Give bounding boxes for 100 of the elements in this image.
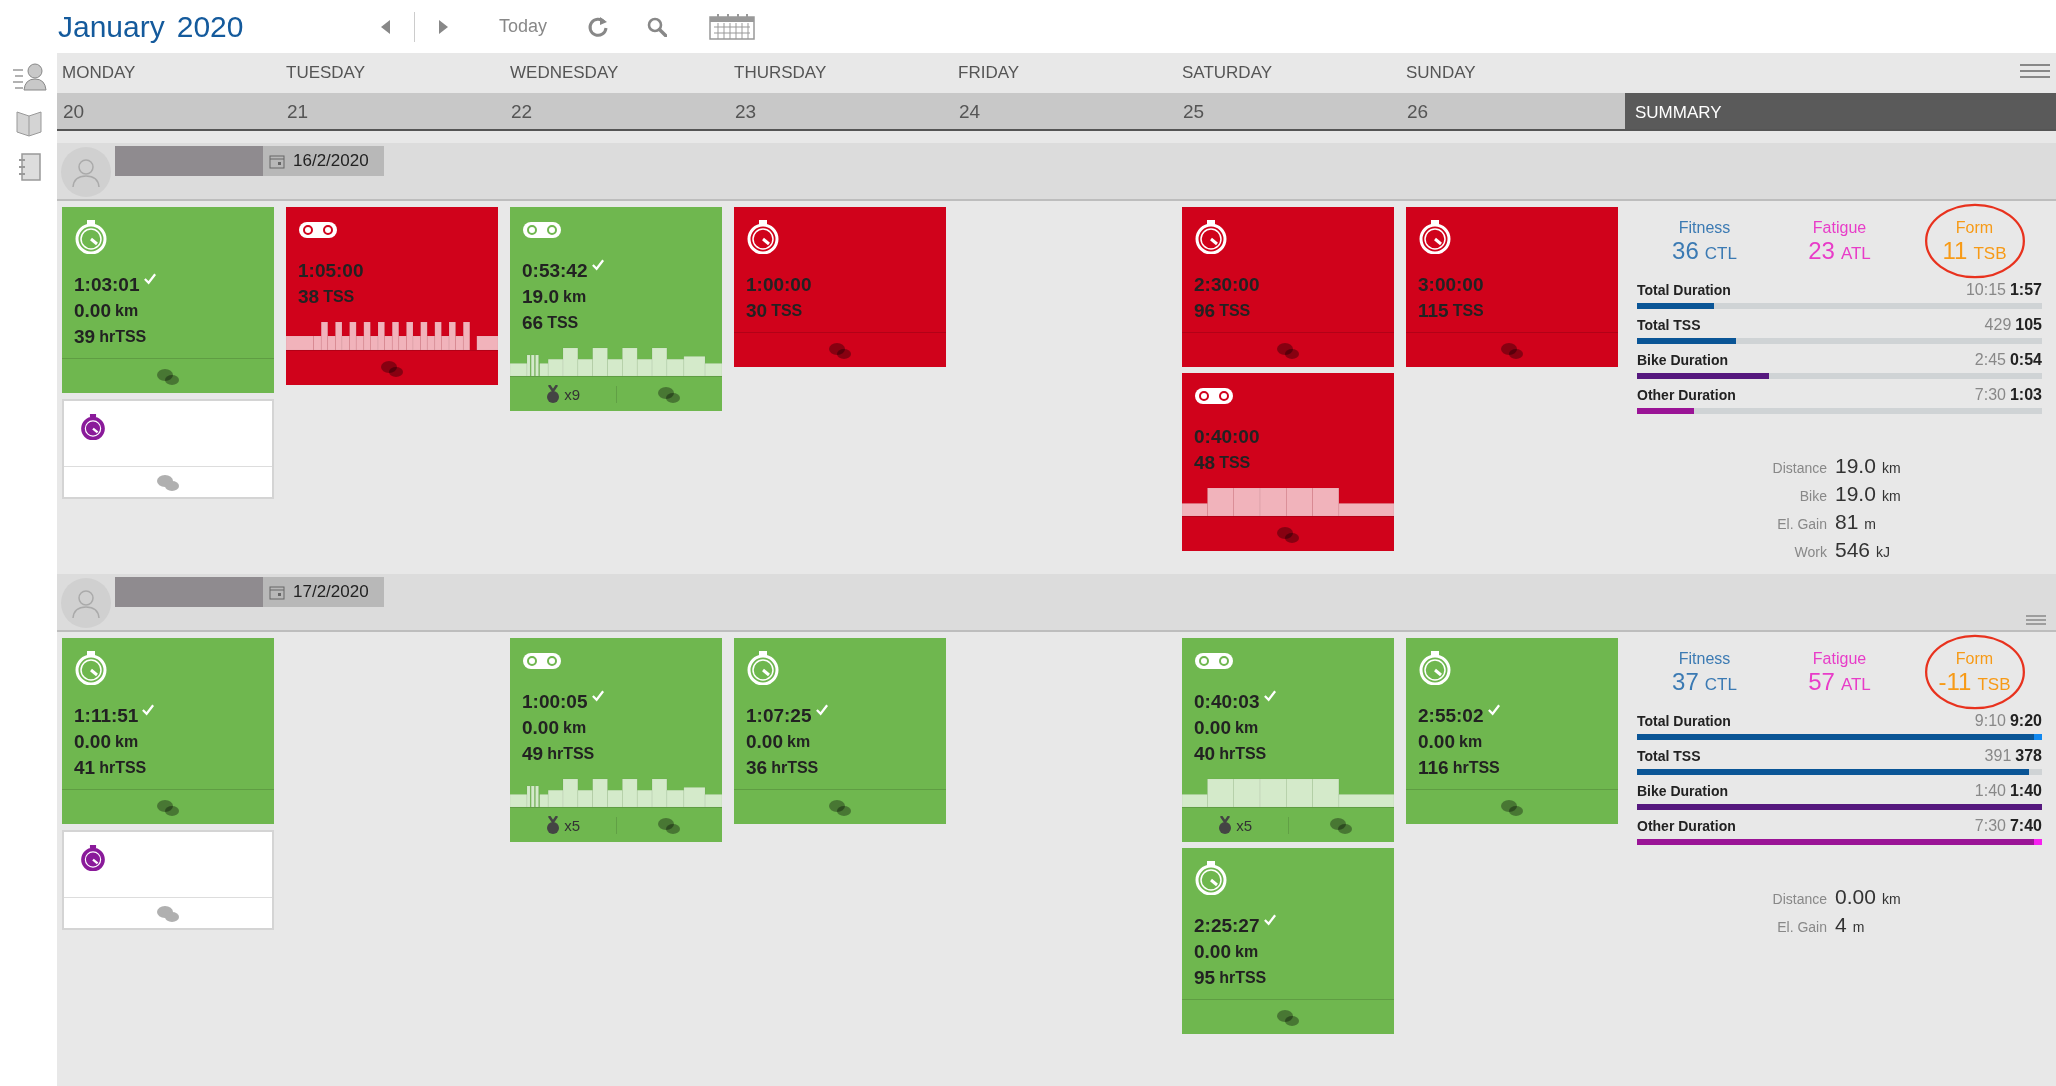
total-value: 19.0 km	[1835, 454, 1902, 478]
comments-icon[interactable]	[1277, 525, 1299, 543]
comments-icon[interactable]	[829, 798, 851, 816]
menu-icon[interactable]	[2026, 614, 2046, 626]
workout-duration: 1:00:05	[522, 690, 588, 714]
workout-distance: 0.00 km	[746, 730, 812, 754]
comments-icon[interactable]	[1277, 1008, 1299, 1026]
menu-icon[interactable]	[2020, 63, 2050, 79]
workout-duration: 0:40:03	[1194, 690, 1260, 714]
workout-card[interactable]: 0:40:03 0.00 km 40 hrTSS x5	[1182, 638, 1394, 842]
training-stress-score: 66 TSS	[522, 311, 580, 335]
workout-distance: 0.00 km	[74, 299, 140, 323]
training-stress-score: 115 TSS	[1418, 299, 1485, 323]
date-label: 24	[953, 93, 1177, 131]
training-stress-score: 30 TSS	[746, 299, 804, 323]
comments-icon[interactable]	[157, 367, 179, 385]
workout-duration: 2:30:00	[1194, 273, 1260, 297]
metric-label: Total Duration	[1637, 282, 1731, 298]
athlete-list-icon[interactable]	[10, 60, 47, 92]
comments-icon[interactable]	[829, 341, 851, 359]
metric-value: 36 CTL	[1672, 237, 1737, 265]
workout-duration: 0:40:00	[1194, 425, 1260, 449]
stopwatch-icon	[1194, 861, 1228, 895]
workout-card[interactable]: 2:25:27 0.00 km 95 hrTSS	[1182, 848, 1394, 1034]
date-label: 20	[57, 93, 281, 131]
calendar-icon	[269, 153, 285, 169]
metric-value: 57 ATL	[1808, 668, 1871, 696]
stopwatch-icon	[1194, 220, 1228, 254]
workout-duration: 0:53:42	[522, 259, 588, 283]
stopwatch-icon	[746, 220, 780, 254]
workout-duration: 1:11:51	[74, 704, 139, 728]
calendar-button[interactable]	[709, 12, 757, 41]
medal-count: x5	[564, 816, 581, 834]
workout-card[interactable]: 1:07:25 0.00 km 36 hrTSS	[734, 638, 946, 824]
metric-value: 429 105	[1984, 316, 2042, 334]
metric-value: 391 378	[1984, 747, 2042, 765]
workout-card[interactable]: 1:03:01 0.00 km 39 hrTSS	[62, 207, 274, 393]
training-stress-score: 95 hrTSS	[1194, 966, 1268, 990]
training-stress-score: 38 TSS	[298, 285, 356, 309]
stopwatch-icon	[74, 651, 108, 685]
comments-icon[interactable]	[157, 798, 179, 816]
metric-label: Form	[1955, 219, 1994, 237]
chain-link-icon	[522, 220, 562, 240]
date-label: 21	[281, 93, 505, 131]
stopwatch-icon	[1418, 220, 1452, 254]
workout-card[interactable]: 2:55:02 0.00 km 116 hrTSS	[1406, 638, 1618, 824]
workout-card[interactable]: 1:11:51 0.00 km 41 hrTSS	[62, 638, 274, 824]
workout-duration: 1:07:25	[746, 704, 812, 728]
comments-icon[interactable]	[1277, 341, 1299, 359]
comments-icon[interactable]	[1501, 798, 1523, 816]
comments-icon[interactable]	[658, 816, 681, 834]
comments-icon[interactable]	[157, 473, 179, 491]
training-stress-score: 96 TSS	[1194, 299, 1252, 323]
weekday-label: SUNDAY	[1405, 62, 1477, 84]
metric-label: Total TSS	[1637, 317, 1701, 333]
metric-label: Other Duration	[1637, 818, 1736, 834]
metric-value: 7:30 7:40	[1974, 817, 2042, 835]
workout-duration: 1:03:01	[74, 273, 140, 297]
workout-distance: 0.00 km	[74, 730, 140, 754]
comments-icon[interactable]	[658, 385, 681, 403]
medal-icon	[545, 385, 562, 403]
refresh-button[interactable]	[587, 15, 610, 38]
workout-duration: 1:00:00	[746, 273, 812, 297]
week-date: 17/2/2020	[293, 582, 369, 602]
comments-icon[interactable]	[1330, 816, 1353, 834]
metric-value: 2:45 0:54	[1974, 351, 2042, 369]
comments-icon[interactable]	[381, 359, 403, 377]
comments-icon[interactable]	[157, 904, 179, 922]
weekday-label: SATURDAY	[1181, 62, 1274, 84]
metric-label: Bike Duration	[1637, 352, 1728, 368]
weekday-label: TUESDAY	[285, 62, 367, 84]
workout-duration: 3:00:00	[1418, 273, 1484, 297]
workout-card[interactable]	[62, 830, 274, 930]
summary-header: SUMMARY	[1625, 93, 2056, 131]
comments-icon[interactable]	[1501, 341, 1523, 359]
medal-count: x9	[564, 385, 581, 403]
chain-link-icon	[298, 220, 338, 240]
workout-card[interactable]: 0:53:42 19.0 km 66 TSS x9	[510, 207, 722, 411]
stopwatch-icon	[1418, 651, 1452, 685]
medal-count: x5	[1236, 816, 1253, 834]
total-label: Work	[1793, 544, 1827, 560]
chain-link-icon	[1194, 651, 1234, 671]
search-icon	[647, 16, 668, 37]
search-button[interactable]	[647, 16, 668, 37]
chain-link-icon	[522, 651, 562, 671]
metric-value: 37 CTL	[1672, 668, 1737, 696]
metric-label: Fatigue	[1812, 650, 1867, 668]
workout-card[interactable]	[62, 399, 274, 499]
stopwatch-icon	[74, 220, 108, 254]
training-stress-score: 116 hrTSS	[1418, 756, 1501, 780]
calendar-title: January 2020	[58, 9, 245, 44]
workout-card[interactable]: 1:00:05 0.00 km 49 hrTSS x5	[510, 638, 722, 842]
today-button[interactable]: Today	[499, 16, 548, 37]
total-label: Distance	[1771, 460, 1827, 476]
workout-distance: 19.0 km	[522, 285, 588, 309]
metric-label: Fitness	[1678, 219, 1731, 237]
metric-label: Total TSS	[1637, 748, 1701, 764]
person-silhouette-icon	[71, 587, 101, 619]
total-value: 546 kJ	[1835, 538, 1892, 562]
training-stress-score: 48 TSS	[1194, 451, 1252, 475]
